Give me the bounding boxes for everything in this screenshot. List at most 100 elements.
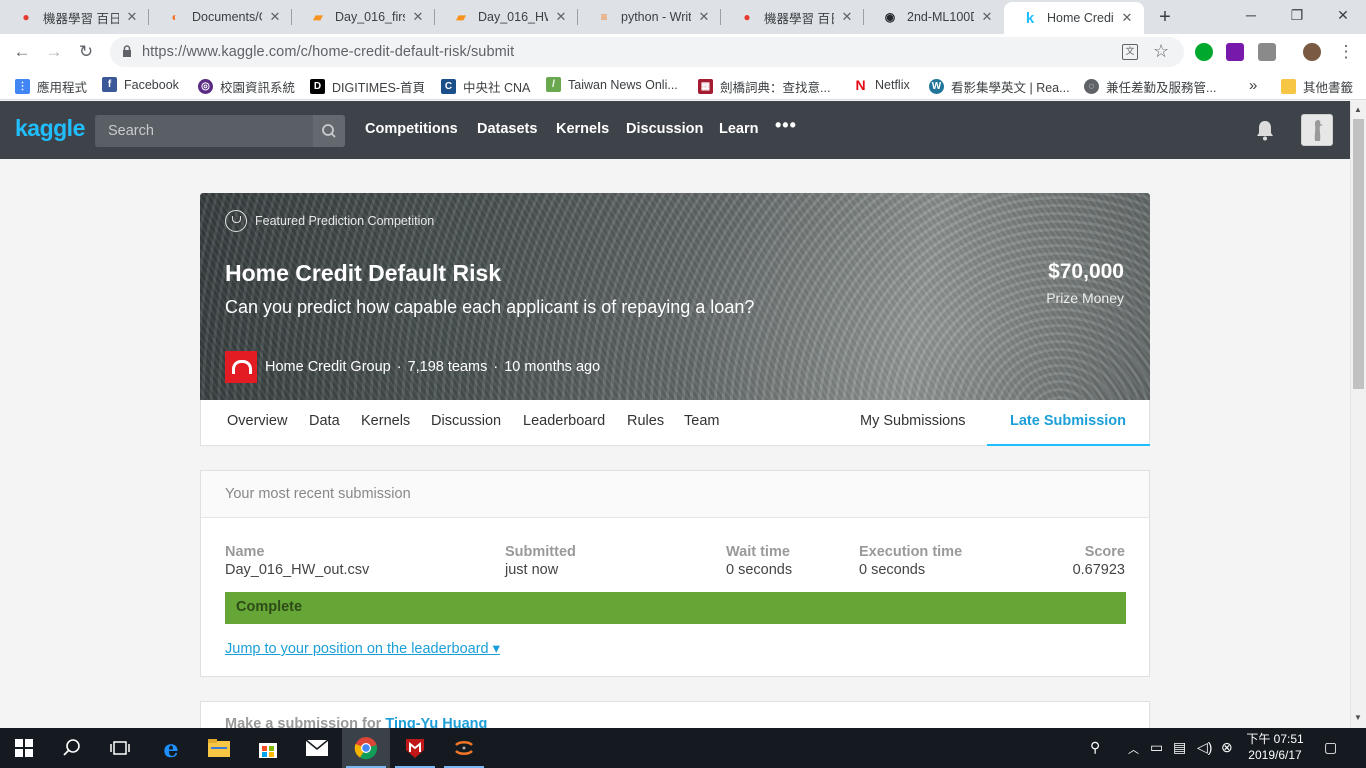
user-link[interactable]: Ting-Yu Huang <box>385 716 487 728</box>
file-explorer-app[interactable] <box>195 728 243 768</box>
mcafee-app[interactable] <box>391 728 439 768</box>
execution-time-label: Execution time <box>859 544 963 560</box>
other-bookmarks[interactable]: 其他書籤 <box>1281 77 1353 96</box>
scroll-down-arrow-icon[interactable]: ▼ <box>1354 713 1362 722</box>
nav-discussion[interactable]: Discussion <box>626 121 703 137</box>
nav-datasets[interactable]: Datasets <box>477 121 537 137</box>
mail-icon <box>305 739 329 756</box>
nav-competitions[interactable]: Competitions <box>365 121 458 137</box>
scroll-up-arrow-icon[interactable]: ▲ <box>1354 105 1362 114</box>
forward-button[interactable]: → <box>42 40 66 64</box>
bookmark-item[interactable]: D DIGITIMES-首頁 <box>310 77 425 96</box>
tab-discussion[interactable]: Discussion <box>431 413 501 429</box>
browser-tab[interactable]: ◉ 2nd-ML100D ✕ <box>864 0 1004 34</box>
browser-tab[interactable]: ● 機器學習 百日 ✕ <box>721 0 864 34</box>
close-tab-icon[interactable]: ✕ <box>697 9 711 25</box>
bookmarks-overflow-button[interactable]: » <box>1249 77 1257 94</box>
profile-avatar[interactable] <box>1303 43 1321 61</box>
close-window-button[interactable]: ✕ <box>1320 0 1366 30</box>
restore-button[interactable]: ❐ <box>1274 0 1320 30</box>
close-tab-icon[interactable]: ✕ <box>268 9 282 25</box>
tab-late-submission[interactable]: Late Submission <box>1010 413 1126 429</box>
tab-overview[interactable]: Overview <box>227 413 287 429</box>
volume-icon[interactable]: ◁) <box>1197 739 1212 756</box>
line-icon[interactable] <box>1258 43 1276 61</box>
back-button[interactable]: ← <box>10 40 34 64</box>
browser-toolbar: ← → ↻ https://www.kaggle.com/c/home-cred… <box>0 34 1366 70</box>
tab-rules[interactable]: Rules <box>627 413 664 429</box>
show-hidden-icons-chevron-icon[interactable]: ︿ <box>1128 741 1139 757</box>
browser-tab-title: 機器學習 百日 <box>43 11 119 26</box>
edge-app[interactable]: e <box>147 728 195 768</box>
mail-app[interactable] <box>293 728 341 768</box>
taskbar-clock[interactable]: 下午 07:51 2019/6/17 <box>1244 731 1306 763</box>
close-tab-icon[interactable]: ✕ <box>980 9 994 25</box>
team-count[interactable]: 7,198 teams <box>408 359 488 375</box>
reload-button[interactable]: ↻ <box>74 40 98 64</box>
page-scrollbar[interactable]: ▲ ▼ <box>1350 101 1366 728</box>
nav-kernels[interactable]: Kernels <box>556 121 609 137</box>
browser-tab-active[interactable]: k Home Credit ✕ <box>1004 2 1144 34</box>
battery-icon[interactable]: ▭ <box>1150 739 1163 756</box>
browser-tab[interactable]: ≡ python - Writ ✕ <box>578 0 721 34</box>
github-icon: ◉ <box>884 10 896 24</box>
active-tab-underline <box>987 444 1150 446</box>
bookmark-label: 看影集學英文 | Rea... <box>951 81 1070 95</box>
input-method-icon[interactable]: ⊗ <box>1221 739 1233 756</box>
new-tab-button[interactable]: + <box>1154 6 1176 28</box>
bookmark-item[interactable]: ▦ 劍橋詞典：查找意... <box>698 77 830 96</box>
onenote-icon[interactable] <box>1226 43 1244 61</box>
minimize-button[interactable]: ─ <box>1228 0 1274 30</box>
bookmark-item[interactable]: ◎ 校園資訊系統 <box>198 77 295 96</box>
tab-data[interactable]: Data <box>309 413 340 429</box>
address-bar[interactable]: https://www.kaggle.com/c/home-credit-def… <box>110 37 1184 67</box>
tab-leaderboard[interactable]: Leaderboard <box>523 413 605 429</box>
search-input[interactable]: Search <box>95 115 345 147</box>
bookmark-item[interactable]: N Netflix <box>853 77 910 93</box>
browser-tab[interactable]: ▰ Day_016_first ✕ <box>292 0 435 34</box>
tab-my-submissions[interactable]: My Submissions <box>860 413 966 429</box>
close-tab-icon[interactable]: ✕ <box>1120 10 1134 26</box>
people-icon[interactable]: ⚲ <box>1090 739 1100 756</box>
user-avatar[interactable] <box>1301 114 1333 146</box>
name-label: Name <box>225 544 265 560</box>
close-tab-icon[interactable]: ✕ <box>411 9 425 25</box>
chrome-menu-icon[interactable]: ⋮ <box>1334 40 1358 64</box>
tab-kernels[interactable]: Kernels <box>361 413 410 429</box>
jump-to-leaderboard-link[interactable]: Jump to your position on the leaderboard… <box>225 641 500 657</box>
bookmark-item[interactable]: W 看影集學英文 | Rea... <box>929 77 1070 96</box>
search-taskbar-button[interactable] <box>48 728 96 768</box>
bookmark-item[interactable]: ◌ 兼任差勤及服務管... <box>1084 77 1216 96</box>
home-credit-logo-icon[interactable] <box>225 351 257 383</box>
action-center-icon[interactable]: ▢ <box>1324 739 1337 756</box>
bookmark-item[interactable]: / Taiwan News Onli... <box>546 77 678 92</box>
bookmark-item[interactable]: ⋮ 應用程式 <box>15 77 87 96</box>
kaggle-logo[interactable]: kaggle <box>15 115 85 142</box>
scrollbar-thumb[interactable] <box>1353 119 1364 389</box>
browser-tab[interactable]: ◐ Documents/G ✕ <box>149 0 292 34</box>
translate-icon[interactable]: 文 <box>1122 44 1138 60</box>
bell-icon[interactable] <box>1255 119 1275 141</box>
more-menu-icon[interactable]: ••• <box>775 115 797 136</box>
browser-tab[interactable]: ▰ Day_016_HW ✕ <box>435 0 578 34</box>
task-view-button[interactable] <box>96 728 144 768</box>
bookmark-star-icon[interactable]: ☆ <box>1153 41 1169 62</box>
close-tab-icon[interactable]: ✕ <box>840 9 854 25</box>
host-name[interactable]: Home Credit Group <box>265 359 391 375</box>
nav-learn[interactable]: Learn <box>719 121 759 137</box>
browser-tab[interactable]: ● 機器學習 百日 ✕ <box>0 0 149 34</box>
start-button[interactable] <box>0 728 48 768</box>
search-icon <box>322 124 336 138</box>
network-icon[interactable]: ▤ <box>1173 739 1186 756</box>
bookmark-item[interactable]: C 中央社 CNA <box>441 77 530 96</box>
close-tab-icon[interactable]: ✕ <box>554 9 568 25</box>
store-app[interactable] <box>244 728 292 768</box>
tab-team[interactable]: Team <box>684 413 719 429</box>
close-tab-icon[interactable]: ✕ <box>125 9 139 25</box>
search-button[interactable] <box>313 115 345 147</box>
search-icon <box>63 739 80 756</box>
bookmark-item[interactable]: f Facebook <box>102 77 179 92</box>
jupyter-app[interactable] <box>440 728 488 768</box>
chrome-app[interactable] <box>342 728 390 768</box>
evernote-icon[interactable] <box>1195 43 1213 61</box>
